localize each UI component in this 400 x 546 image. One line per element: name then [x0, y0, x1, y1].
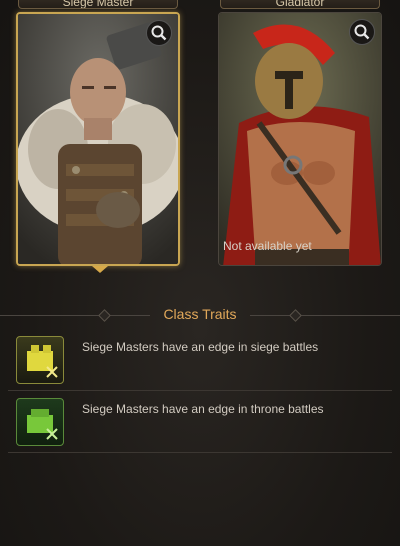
magnifier-icon	[151, 25, 167, 41]
trait-row-siege: Siege Masters have an edge in siege batt…	[8, 330, 392, 391]
card-label-siege-master: Siege Master	[18, 0, 178, 9]
gladiator-portrait: Not available yet	[218, 12, 382, 266]
selection-indicator-icon	[92, 266, 108, 273]
inspect-siege-master-button[interactable]	[146, 20, 172, 46]
siege-master-illustration	[18, 14, 178, 264]
inspect-gladiator-button[interactable]	[349, 19, 375, 45]
siege-master-portrait	[16, 12, 180, 266]
siege-trait-icon	[16, 336, 64, 384]
card-label-gladiator: Gladiator	[220, 0, 380, 9]
magnifier-icon	[354, 24, 370, 40]
gladiator-availability-text: Not available yet	[223, 239, 312, 253]
trait-text-throne: Siege Masters have an edge in throne bat…	[82, 402, 324, 416]
throne-trait-icon	[16, 398, 64, 446]
trait-row-throne: Siege Masters have an edge in throne bat…	[8, 392, 392, 453]
gladiator-illustration	[219, 13, 381, 265]
trait-text-siege: Siege Masters have an edge in siege batt…	[82, 340, 319, 354]
class-traits-title: Class Traits	[163, 306, 237, 322]
